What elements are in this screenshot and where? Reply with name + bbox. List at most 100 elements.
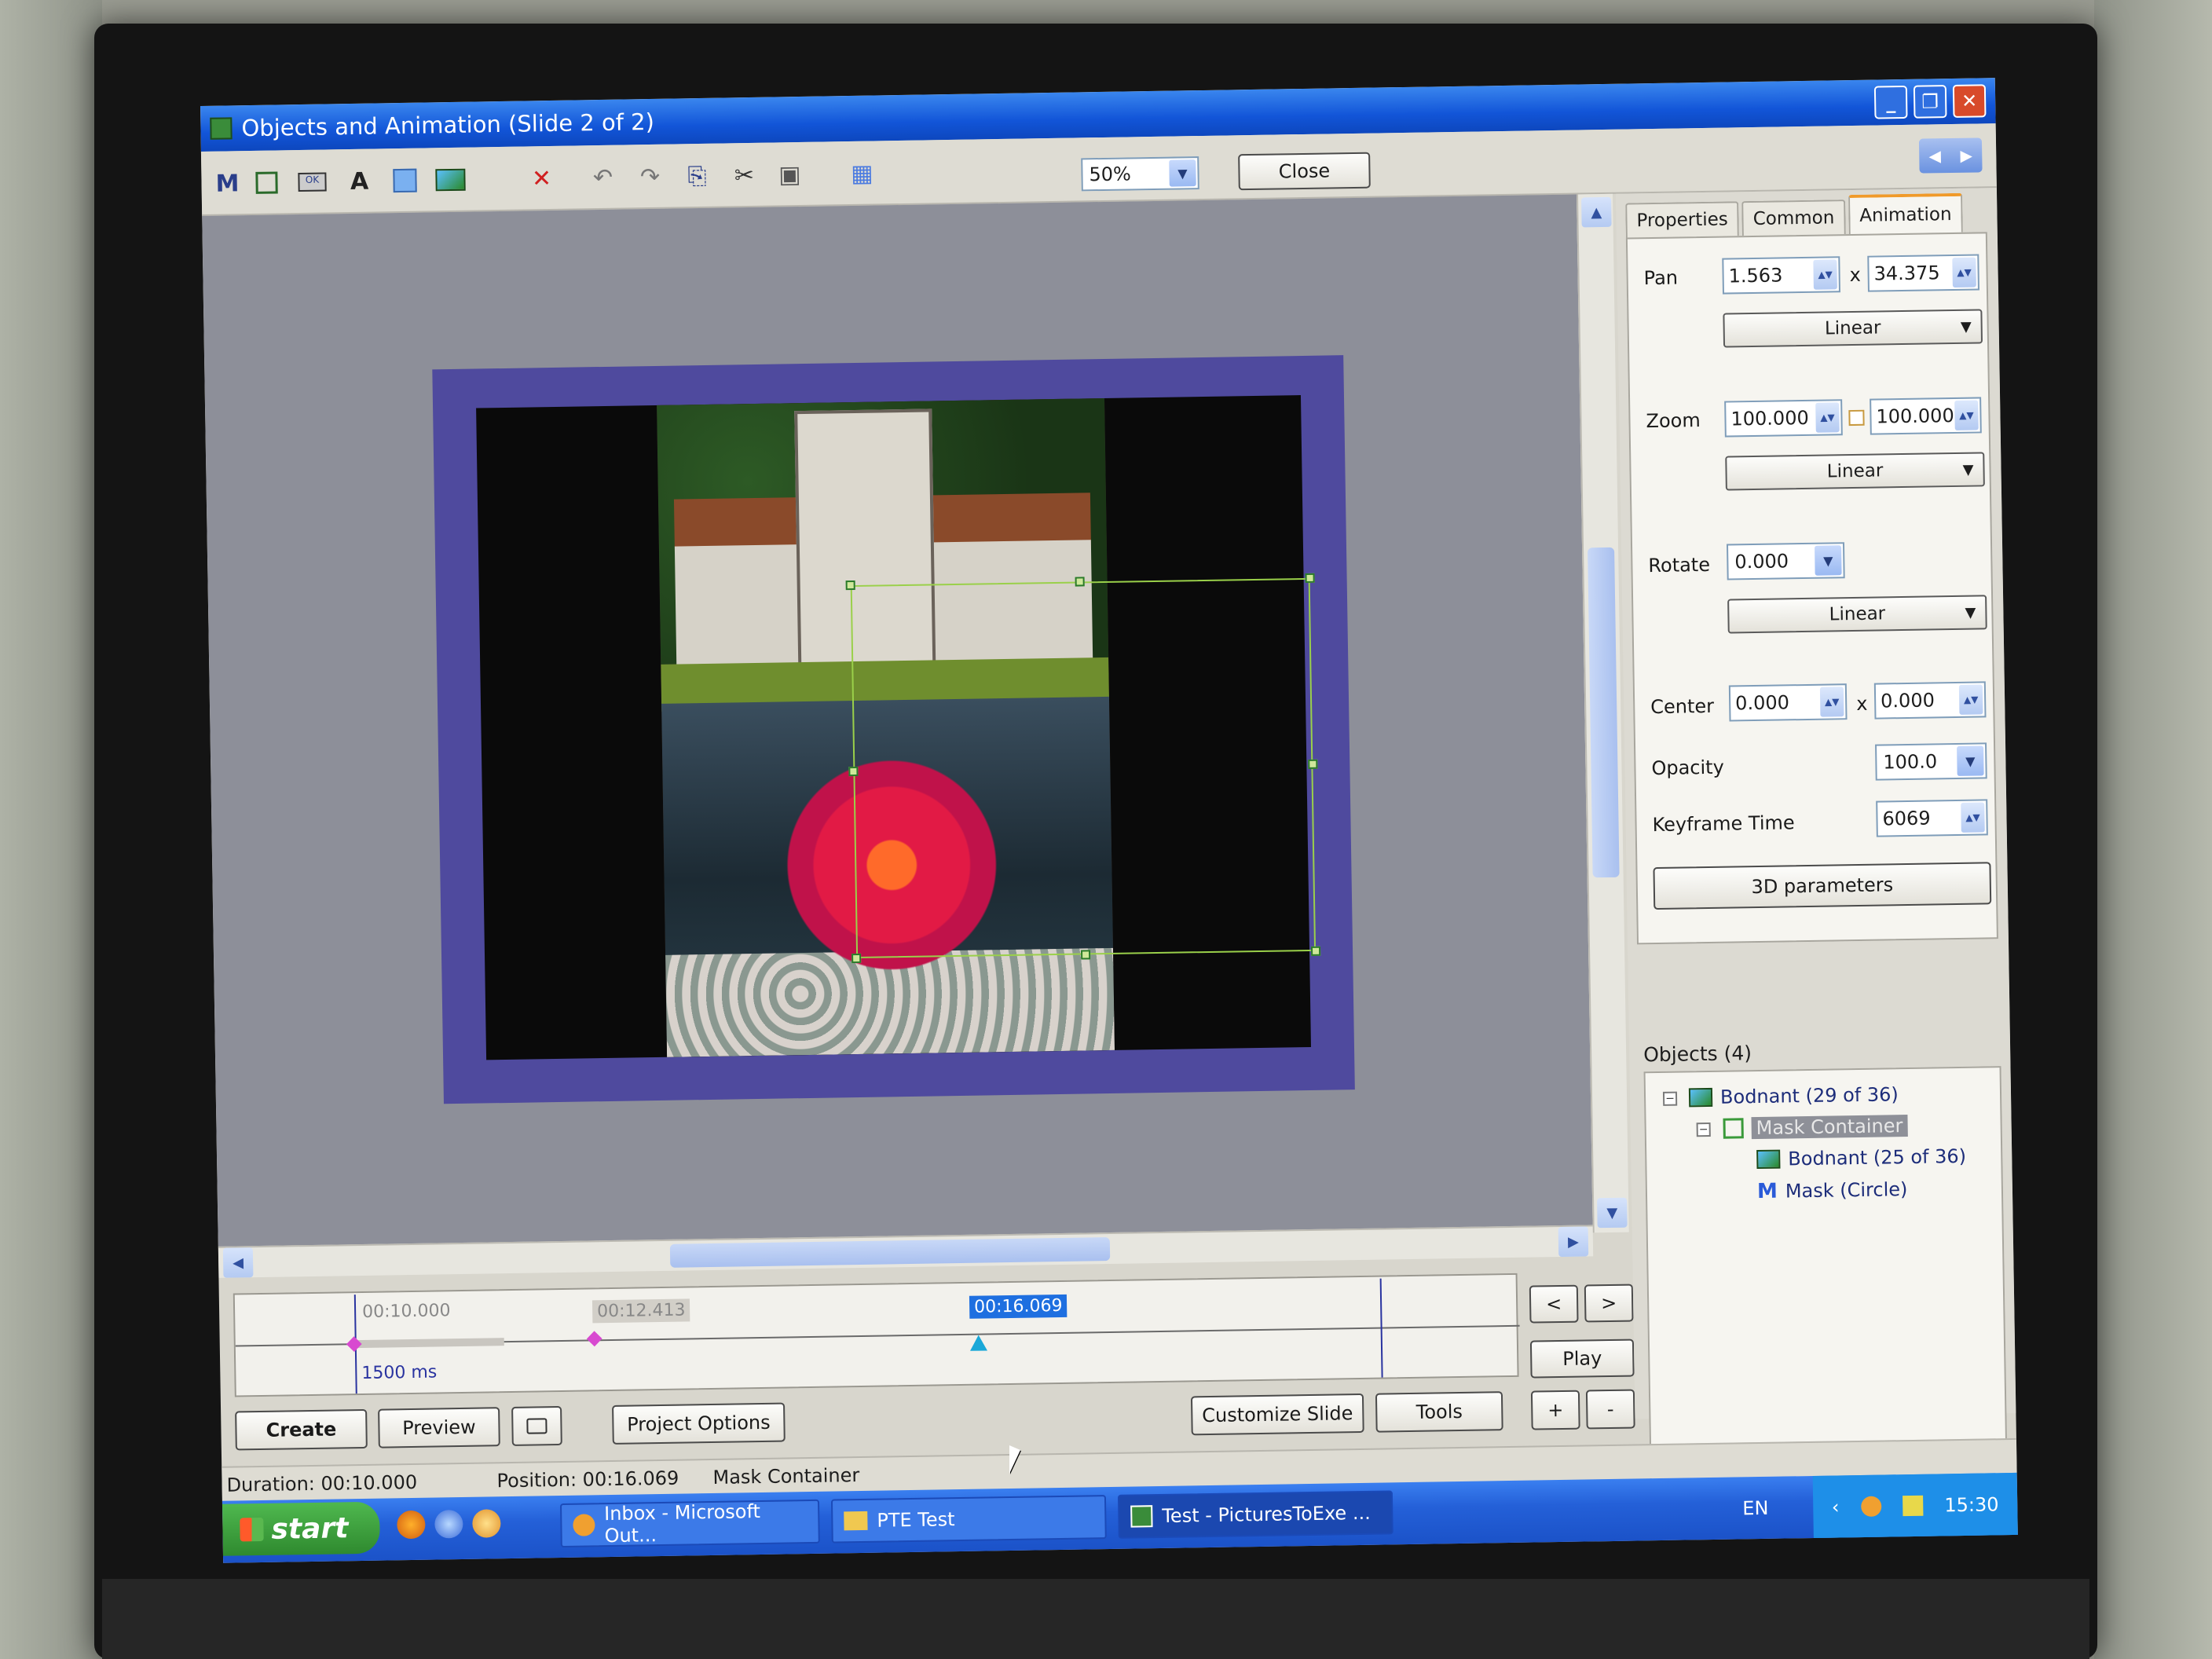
close-button[interactable]: Close: [1238, 152, 1371, 191]
browser-icon[interactable]: [434, 1509, 463, 1539]
tree-item[interactable]: Bodnant (29 of 36): [1688, 1083, 1899, 1108]
slide-canvas[interactable]: [202, 194, 1593, 1254]
restore-button[interactable]: ❐: [1913, 85, 1947, 119]
slide-nav-arrows[interactable]: ◀ ▶: [1918, 137, 1983, 174]
collapse-icon[interactable]: −: [1696, 1122, 1711, 1137]
pan-x-input[interactable]: 1.563 ▲▼: [1722, 256, 1840, 295]
scroll-up-icon[interactable]: ▲: [1581, 196, 1612, 228]
prev-slide-icon[interactable]: ◀: [1928, 146, 1941, 165]
zoom-select[interactable]: 50% ▼: [1081, 156, 1199, 192]
3d-parameters-button[interactable]: 3D parameters: [1653, 862, 1992, 910]
shield-icon[interactable]: [1902, 1495, 1924, 1517]
tree-item[interactable]: Bodnant (25 of 36): [1756, 1145, 1966, 1170]
zoom-link-checkbox[interactable]: [1848, 409, 1865, 427]
language-indicator[interactable]: EN: [1742, 1497, 1769, 1520]
spinner-icon[interactable]: ▲▼: [1819, 687, 1844, 717]
text-icon[interactable]: A: [342, 165, 376, 199]
start-button[interactable]: start: [222, 1501, 380, 1556]
vertical-scroll-thumb[interactable]: [1588, 547, 1620, 878]
opacity-label: Opacity: [1651, 756, 1724, 780]
redo-icon[interactable]: ↷: [633, 160, 667, 194]
resize-handle[interactable]: [1310, 946, 1321, 956]
close-window-button[interactable]: ✕: [1952, 84, 1987, 118]
tab-animation[interactable]: Animation: [1848, 192, 1963, 235]
pan-mode-select[interactable]: Linear ▼: [1723, 309, 1983, 348]
image-icon[interactable]: [434, 163, 467, 197]
create-button[interactable]: Create: [235, 1408, 368, 1451]
task-outlook[interactable]: Inbox - Microsoft Out...: [560, 1499, 820, 1548]
keyframe-time-input[interactable]: 6069 ▲▼: [1876, 799, 1988, 837]
spinner-icon[interactable]: ▲▼: [1958, 684, 1983, 715]
spinner-icon[interactable]: ▲▼: [1815, 402, 1840, 433]
spinner-icon[interactable]: ▲▼: [1813, 259, 1837, 290]
resize-handle[interactable]: [845, 580, 855, 591]
timeline[interactable]: 00:10.000 00:12.413 00:16.069 1500 ms: [233, 1273, 1520, 1397]
timeline-label-start: 00:10.000: [361, 1301, 451, 1322]
selection-box[interactable]: [850, 577, 1317, 959]
resize-handle[interactable]: [1075, 577, 1085, 587]
screen-icon[interactable]: [511, 1405, 562, 1446]
zoom-x-input[interactable]: 100.000 ▲▼: [1724, 399, 1843, 438]
project-options-button[interactable]: Project Options: [612, 1402, 786, 1445]
copy-icon[interactable]: ⎘: [680, 159, 714, 193]
zoom-mode-select[interactable]: Linear ▼: [1725, 452, 1985, 491]
grid-icon[interactable]: ▦: [845, 156, 879, 190]
tab-properties[interactable]: Properties: [1625, 201, 1740, 238]
tray-app-icon[interactable]: [1860, 1496, 1882, 1518]
task-picturestoexe[interactable]: Test - PicturesToExe ...: [1117, 1490, 1393, 1539]
next-slide-icon[interactable]: ▶: [1960, 146, 1972, 165]
spinner-icon[interactable]: ▲▼: [1961, 802, 1985, 833]
button-icon[interactable]: OK: [295, 165, 329, 199]
resize-handle[interactable]: [1308, 759, 1318, 769]
mouse-cursor-icon: [1009, 1445, 1020, 1474]
cut-icon[interactable]: ✂: [727, 159, 761, 192]
spinner-icon[interactable]: ▲▼: [1954, 400, 1979, 430]
timeline-label-mid: 00:12.413: [591, 1298, 690, 1324]
keyframe-marker[interactable]: [346, 1336, 362, 1353]
mail-icon[interactable]: [472, 1509, 501, 1538]
horizontal-scroll-thumb[interactable]: [669, 1236, 1111, 1268]
next-keyframe-button[interactable]: >: [1584, 1284, 1634, 1323]
play-button[interactable]: Play: [1529, 1339, 1635, 1379]
tree-item[interactable]: Mask Container: [1723, 1115, 1908, 1140]
resize-handle[interactable]: [1081, 950, 1091, 960]
preview-button[interactable]: Preview: [378, 1407, 500, 1448]
scroll-left-icon[interactable]: ◀: [222, 1247, 254, 1278]
resize-handle[interactable]: [1305, 573, 1315, 583]
keyframe-marker[interactable]: [586, 1331, 602, 1347]
center-y-input[interactable]: 0.000 ▲▼: [1873, 681, 1987, 720]
tray-arrow-icon[interactable]: ‹: [1832, 1496, 1840, 1518]
undo-icon[interactable]: ↶: [586, 161, 620, 195]
prev-keyframe-button[interactable]: <: [1529, 1284, 1579, 1324]
tools-button[interactable]: Tools: [1375, 1391, 1503, 1433]
pan-y-input[interactable]: 34.375 ▲▼: [1867, 254, 1979, 292]
task-folder[interactable]: PTE Test: [830, 1495, 1107, 1544]
paste-icon[interactable]: ▣: [773, 158, 807, 192]
scroll-down-icon[interactable]: ▼: [1597, 1197, 1628, 1229]
collapse-icon[interactable]: −: [1662, 1091, 1678, 1106]
chevron-down-icon[interactable]: ▼: [1957, 745, 1984, 776]
playhead-marker[interactable]: [969, 1335, 988, 1351]
scroll-right-icon[interactable]: ▶: [1558, 1226, 1589, 1258]
tab-common[interactable]: Common: [1741, 200, 1846, 236]
minimize-button[interactable]: _: [1873, 85, 1908, 119]
opacity-input[interactable]: 100.0 ▼: [1875, 742, 1987, 781]
firefox-icon[interactable]: [397, 1510, 426, 1540]
rotate-mode-select[interactable]: Linear ▼: [1727, 595, 1987, 634]
chevron-down-icon[interactable]: ▼: [1815, 545, 1842, 576]
delete-icon[interactable]: ✕: [525, 162, 558, 196]
customize-slide-button[interactable]: Customize Slide: [1190, 1393, 1364, 1436]
zoom-y-input[interactable]: 100.000 ▲▼: [1870, 397, 1982, 435]
center-x-input[interactable]: 0.000 ▲▼: [1728, 683, 1848, 722]
resize-handle[interactable]: [851, 953, 862, 964]
tree-item[interactable]: M Mask (Circle): [1757, 1177, 1908, 1203]
rotate-input[interactable]: 0.000 ▼: [1726, 542, 1845, 580]
spinner-icon[interactable]: ▲▼: [1952, 257, 1976, 287]
mask-icon[interactable]: M: [211, 167, 244, 200]
rectangle-icon[interactable]: [250, 166, 284, 200]
remove-keyframe-button[interactable]: -: [1585, 1389, 1635, 1430]
frame-icon[interactable]: [388, 164, 422, 198]
add-keyframe-button[interactable]: +: [1530, 1390, 1580, 1430]
resize-handle[interactable]: [848, 766, 859, 777]
app-icon: [210, 117, 233, 140]
